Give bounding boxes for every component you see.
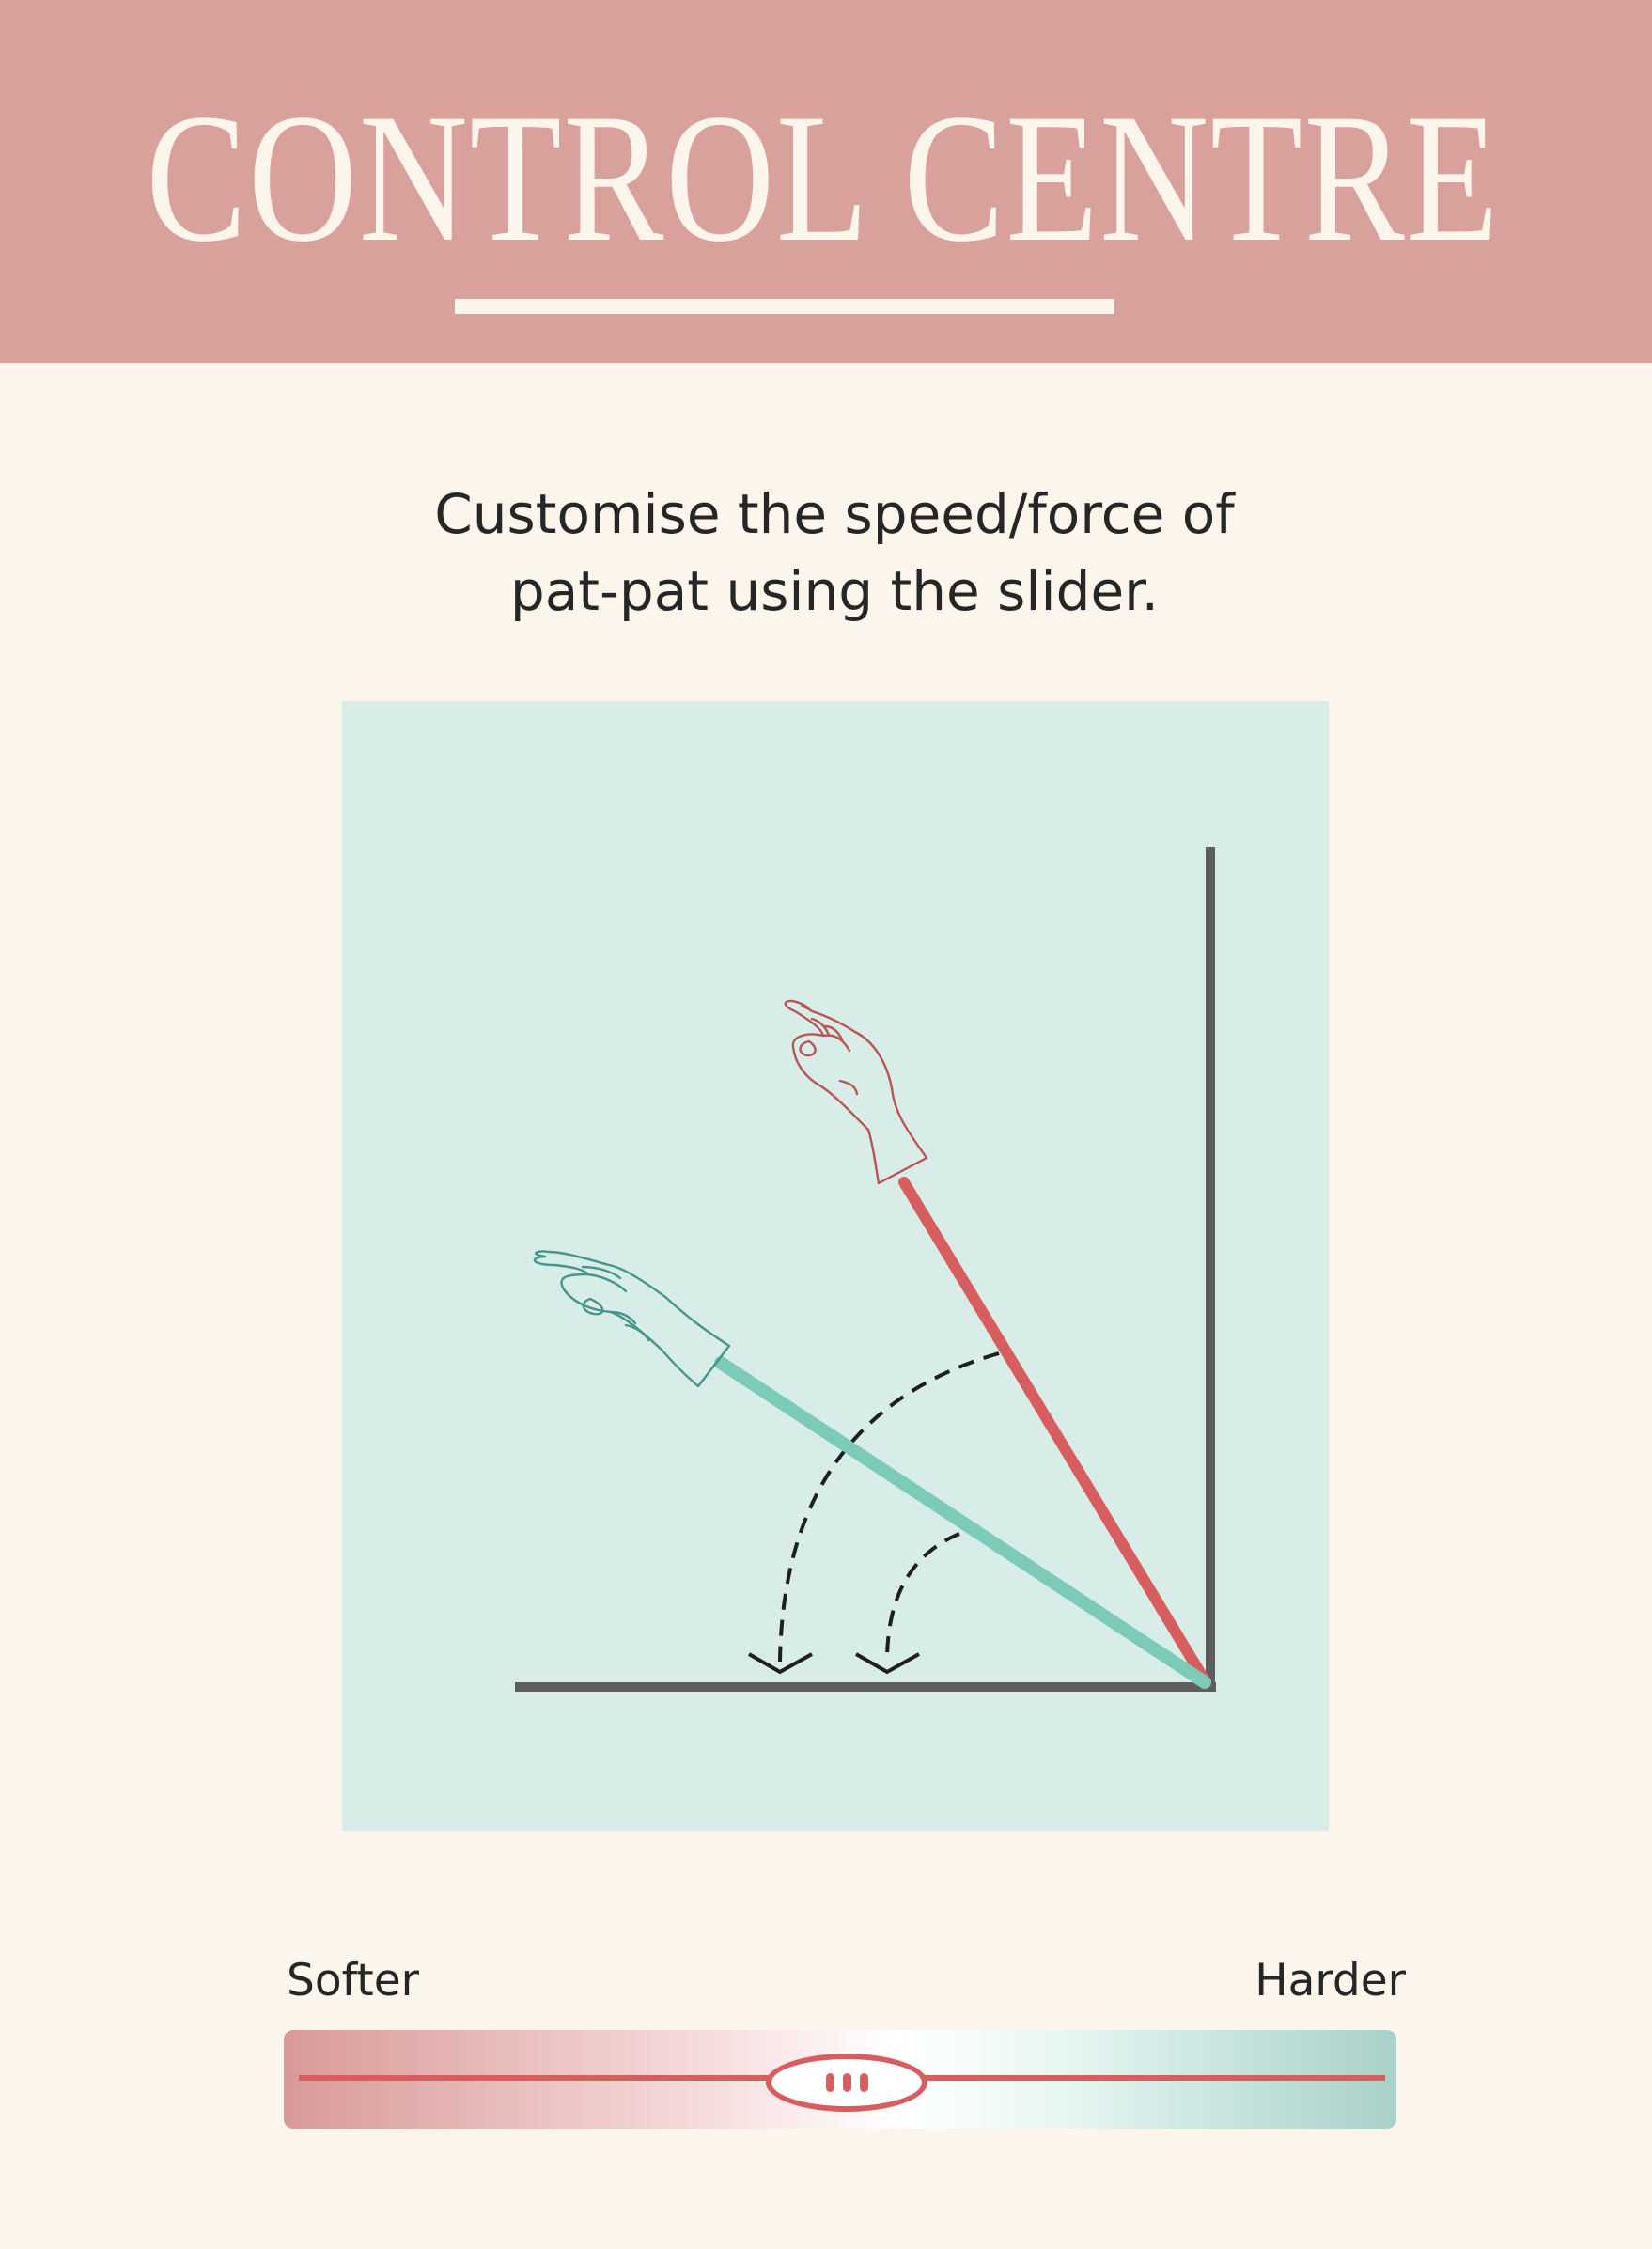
header: CONTROL CENTRE <box>0 0 1652 363</box>
force-slider[interactable] <box>284 2030 1396 2129</box>
pat-diagram <box>515 847 1216 1692</box>
instruction-text: Customise the speed/force of pat-pat usi… <box>309 476 1360 630</box>
inner-arrow-head-icon <box>855 1652 920 1675</box>
pat-illustration <box>342 701 1329 1831</box>
slider-thumb[interactable] <box>766 2054 927 2112</box>
instruction-line-1: Customise the speed/force of <box>434 482 1235 546</box>
inner-swing-arrow-icon <box>885 1532 960 1663</box>
grip-dot-icon <box>826 2073 834 2092</box>
raised-hand-icon-soft <box>533 1250 731 1388</box>
soft-arm <box>714 1356 1211 1689</box>
grip-dot-icon <box>843 2073 851 2092</box>
slider-label-harder: Harder <box>1255 1955 1406 2007</box>
page-title: CONTROL CENTRE <box>146 76 1501 280</box>
grip-dot-icon <box>860 2073 868 2092</box>
title-underline <box>455 299 1114 314</box>
hard-arm <box>898 1177 1210 1686</box>
slider-label-softer: Softer <box>287 1955 419 2007</box>
instruction-line-2: pat-pat using the slider. <box>509 559 1160 623</box>
raised-hand-icon-hard <box>784 999 928 1185</box>
outer-swing-arrow-icon <box>778 1351 1000 1663</box>
